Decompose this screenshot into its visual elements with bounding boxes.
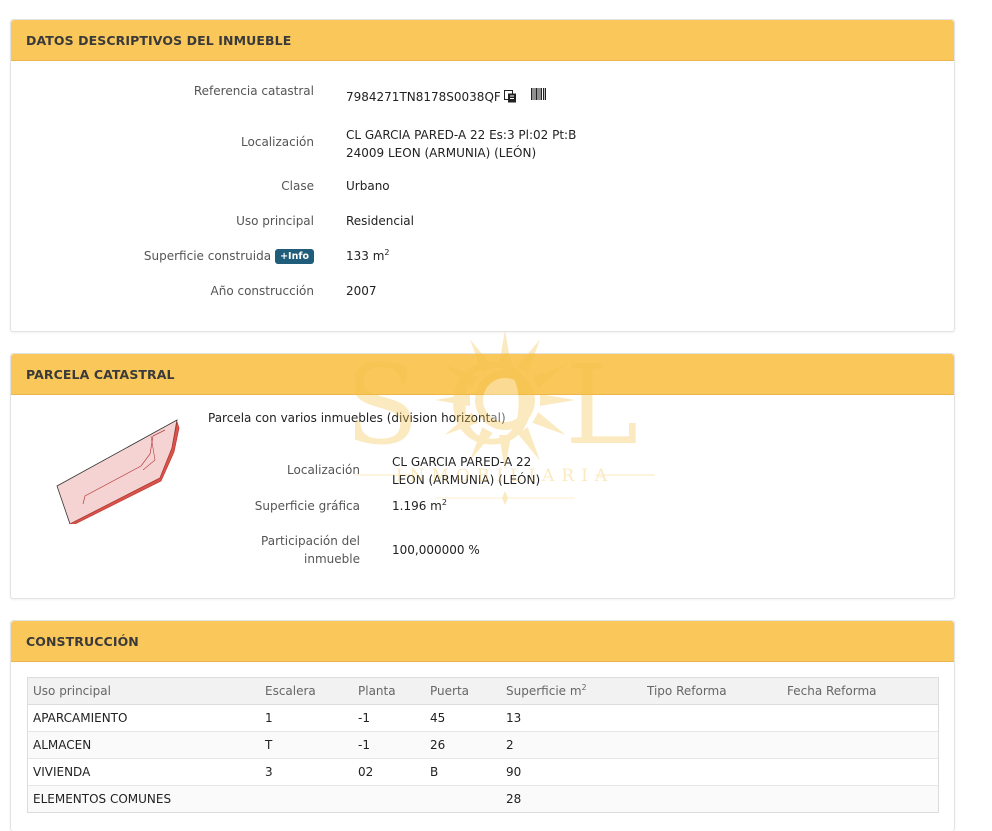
cell-fecha-reforma xyxy=(782,785,938,812)
cell-fecha-reforma xyxy=(782,758,938,786)
uso-principal-value: Residencial xyxy=(346,214,414,228)
barcode-icon[interactable] xyxy=(530,88,546,100)
field-label-line2: inmueble xyxy=(304,552,360,566)
participacion-value: 100,000000 % xyxy=(392,543,480,557)
ano-construccion-value: 2007 xyxy=(346,284,377,298)
cell-uso: ALMACEN xyxy=(28,731,260,759)
cell-uso: ELEMENTOS COMUNES xyxy=(28,785,260,812)
cell-planta xyxy=(353,785,425,812)
field-label: Clase xyxy=(281,179,314,193)
table-row: VIVIENDA 3 02 B 90 xyxy=(28,758,938,786)
localizacion-line2: 24009 LEON (ARMUNIA) (LEÓN) xyxy=(346,146,537,160)
cell-puerta: 45 xyxy=(425,704,501,732)
panel-datos-descriptivos: DATOS DESCRIPTIVOS DEL INMUEBLE Referenc… xyxy=(10,19,955,332)
panel-header: CONSTRUCCIÓN xyxy=(11,621,954,662)
cell-superficie: 13 xyxy=(501,704,642,732)
parcela-loc-line1: CL GARCIA PARED-A 22 xyxy=(392,455,532,469)
cell-escalera xyxy=(260,785,353,812)
table-row: ELEMENTOS COMUNES 28 xyxy=(28,785,938,812)
panel-header: DATOS DESCRIPTIVOS DEL INMUEBLE xyxy=(11,20,954,61)
panel-parcela-catastral: PARCELA CATASTRAL Parcela con varios inm… xyxy=(10,353,955,599)
cell-uso: VIVIENDA xyxy=(28,758,260,786)
field-label: Superficie construida xyxy=(143,249,272,263)
cell-escalera: T xyxy=(260,731,353,759)
field-label: Referencia catastral xyxy=(193,84,314,98)
panel-header: PARCELA CATASTRAL xyxy=(11,354,954,395)
cell-puerta: 26 xyxy=(425,731,501,759)
cell-puerta xyxy=(425,785,501,812)
construccion-table: Uso principal Escalera Planta Puerta Sup… xyxy=(27,677,939,813)
cell-escalera: 1 xyxy=(260,704,353,732)
panel-construccion: CONSTRUCCIÓN Uso principal Escalera Plan… xyxy=(10,620,955,831)
cell-fecha-reforma xyxy=(782,704,938,732)
col-fecha-reforma[interactable]: Fecha Reforma xyxy=(782,678,938,705)
table-row: ALMACEN T -1 26 2 xyxy=(28,731,938,759)
localizacion-line1: CL GARCIA PARED-A 22 Es:3 Pl:02 Pt:B xyxy=(346,128,577,142)
cell-fecha-reforma xyxy=(782,731,938,759)
section-title: DATOS DESCRIPTIVOS DEL INMUEBLE xyxy=(26,32,292,48)
cell-planta: -1 xyxy=(353,704,425,732)
superficie-grafica-unit: 2 xyxy=(441,498,447,507)
referencia-value[interactable]: 7984271TN8178S0038QF xyxy=(346,90,501,104)
parcel-map[interactable] xyxy=(55,418,180,524)
col-planta[interactable]: Planta xyxy=(353,678,425,705)
info-badge[interactable]: +Info xyxy=(275,249,314,264)
clase-value: Urbano xyxy=(346,179,390,193)
section-title: PARCELA CATASTRAL xyxy=(26,366,175,382)
cell-tipo-reforma xyxy=(642,704,782,732)
col-superficie[interactable]: Superficie m2 xyxy=(501,678,642,705)
table-row: APARCAMIENTO 1 -1 45 13 xyxy=(28,704,938,732)
cell-uso: APARCAMIENTO xyxy=(28,704,260,732)
cell-tipo-reforma xyxy=(642,758,782,786)
cell-superficie: 2 xyxy=(501,731,642,759)
superficie-grafica-value: 1.196 m xyxy=(392,499,442,513)
table-header-row: Uso principal Escalera Planta Puerta Sup… xyxy=(28,678,938,705)
col-puerta[interactable]: Puerta xyxy=(425,678,501,705)
col-escalera[interactable]: Escalera xyxy=(260,678,353,705)
cell-tipo-reforma xyxy=(642,731,782,759)
superficie-value: 133 m xyxy=(346,249,385,263)
col-tipo-reforma[interactable]: Tipo Reforma xyxy=(642,678,782,705)
field-label: Año construcción xyxy=(210,284,315,298)
cell-escalera: 3 xyxy=(260,758,353,786)
field-label: Uso principal xyxy=(236,214,314,228)
cell-puerta: B xyxy=(425,758,501,786)
cell-superficie: 28 xyxy=(501,785,642,812)
parcela-loc-line2: LEON (ARMUNIA) (LEÓN) xyxy=(392,473,541,487)
field-label: Superficie gráfica xyxy=(254,499,360,513)
cell-planta: 02 xyxy=(353,758,425,786)
col-uso-principal[interactable]: Uso principal xyxy=(28,678,260,705)
field-label-line1: Participación del xyxy=(261,534,360,548)
superficie-unit: 2 xyxy=(384,248,390,257)
copy-icon[interactable] xyxy=(503,90,517,103)
cell-superficie: 90 xyxy=(501,758,642,786)
section-title: CONSTRUCCIÓN xyxy=(26,633,139,649)
field-label: Localización xyxy=(241,135,314,149)
cell-tipo-reforma xyxy=(642,785,782,812)
parcela-note: Parcela con varios inmuebles (division h… xyxy=(208,411,506,425)
field-label: Localización xyxy=(287,463,360,477)
cell-planta: -1 xyxy=(353,731,425,759)
